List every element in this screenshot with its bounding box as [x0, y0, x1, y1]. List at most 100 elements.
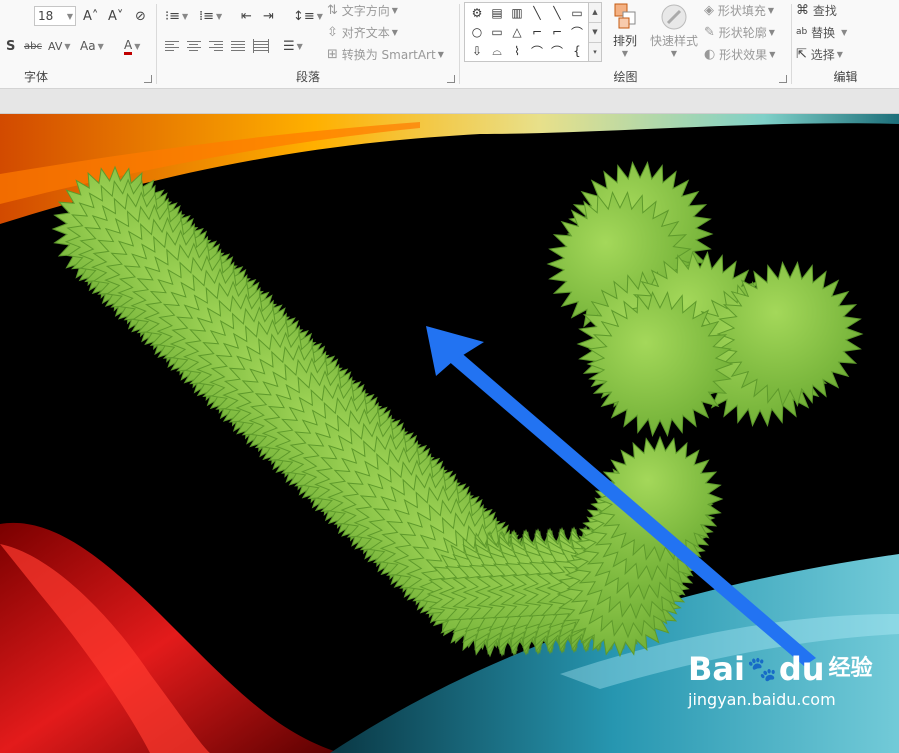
arrange-button[interactable]: 排列 ▼: [608, 2, 642, 58]
watermark-brand: Bai: [688, 650, 745, 688]
shape-fill-label: 形状填充: [717, 3, 766, 18]
bullets-button[interactable]: ⁝≡ ▼: [165, 6, 188, 26]
quick-styles-label: 快速样式: [649, 34, 698, 48]
watermark-url: jingyan.baidu.com: [688, 690, 836, 709]
align-text-icon: ⇳: [327, 24, 338, 40]
paragraph-group-label: 段落: [295, 70, 320, 84]
select-label: 选择: [810, 47, 835, 62]
font-size-input[interactable]: 18 ▼: [34, 6, 76, 26]
find-button[interactable]: ⌘ 查找: [796, 0, 837, 20]
shape-gallery-item[interactable]: ⌓: [488, 43, 506, 59]
paragraph-dialog-launcher-icon[interactable]: [447, 75, 455, 83]
numbering-button[interactable]: ⁞≡ ▼: [199, 6, 222, 26]
justify-icon: [231, 39, 245, 53]
align-right-button[interactable]: [209, 36, 223, 56]
shape-gallery-item[interactable]: ▭: [568, 5, 586, 21]
binoculars-icon: ⌘: [796, 2, 809, 18]
distribute-button[interactable]: [253, 36, 269, 56]
shape-effects-button[interactable]: ◐ 形状效果 ▼: [704, 44, 775, 64]
quick-styles-icon: [661, 4, 687, 30]
shapes-gallery-scroll: ▲ ▼ ▾: [588, 2, 602, 62]
replace-button[interactable]: ab 替换 ▼: [796, 22, 847, 42]
font-size-value: 18: [38, 9, 54, 23]
replace-label: 替换: [811, 25, 836, 40]
shape-gallery-item[interactable]: ⚙: [468, 5, 486, 21]
char-spacing-button[interactable]: AV ▼: [48, 36, 71, 56]
font-group-label: 字体: [24, 70, 49, 84]
font-dialog-launcher-icon[interactable]: [144, 75, 152, 83]
drawing-dialog-launcher-icon[interactable]: [779, 75, 787, 83]
shape-gallery-item[interactable]: ⌒: [528, 43, 546, 59]
grow-font-button[interactable]: A˄: [83, 6, 98, 26]
change-case-button[interactable]: Aa ▼: [80, 36, 104, 56]
increase-indent-button[interactable]: ⇥: [263, 6, 274, 26]
shape-gallery-item[interactable]: ▤: [488, 5, 506, 21]
columns-icon: ☰: [283, 38, 295, 54]
shape-gallery-item[interactable]: ⌒: [548, 43, 566, 59]
gallery-up-icon[interactable]: ▲: [589, 3, 601, 23]
shape-gallery-item[interactable]: ╲: [548, 5, 566, 21]
quick-styles-button[interactable]: 快速样式 ▼: [646, 2, 702, 58]
ribbon: 18 ▼ A˄ A˅ ⊘ S abc AV ▼ Aa ▼ A ▼ 字体 ⁝≡ ▼ ⁞≡ ▼…: [0, 0, 899, 89]
align-text-label: 对齐文本: [341, 25, 390, 40]
chevron-down-icon[interactable]: ▼: [67, 12, 73, 21]
pen-icon: ✎: [704, 24, 715, 40]
align-left-icon: [165, 39, 179, 53]
char-spacing-icon: AV: [48, 39, 63, 53]
shadow-button[interactable]: S: [6, 36, 15, 56]
shape-gallery-item[interactable]: ⌐: [528, 24, 546, 40]
shape-gallery-item[interactable]: ○: [468, 24, 486, 40]
align-text-button[interactable]: ⇳ 对齐文本 ▼: [327, 22, 398, 42]
shape-gallery-item[interactable]: ⌒: [568, 24, 586, 40]
strikethrough-button[interactable]: abc: [24, 36, 42, 56]
select-button[interactable]: ⇱ 选择 ▼: [796, 44, 843, 64]
shape-outline-button[interactable]: ✎ 形状轮廓 ▼: [704, 22, 775, 42]
shape-gallery-item[interactable]: ╲: [528, 5, 546, 21]
arrange-icon: [614, 3, 636, 29]
line-spacing-icon: ↕≡: [293, 8, 315, 24]
smartart-icon: ⊞: [327, 46, 338, 62]
drawing-group-label: 绘图: [613, 70, 638, 84]
replace-icon: ab: [796, 27, 808, 37]
justify-button[interactable]: [231, 36, 245, 56]
change-case-icon: Aa: [80, 39, 96, 53]
font-color-button[interactable]: A ▼: [124, 36, 140, 56]
decrease-indent-button[interactable]: ⇤: [241, 6, 252, 26]
gallery-more-icon[interactable]: ▾: [589, 43, 601, 62]
shape-gallery-item[interactable]: △: [508, 24, 526, 40]
shrink-font-button[interactable]: A˅: [108, 6, 123, 26]
font-color-icon: A: [124, 38, 133, 55]
clear-format-button[interactable]: ⊘: [135, 6, 146, 26]
slide-canvas: Bai 🐾 du 经验 jingyan.baidu.com: [0, 114, 899, 753]
ribbon-lower-band: [0, 89, 899, 114]
shape-gallery-item[interactable]: ⌇: [508, 43, 526, 59]
cursor-icon: ⇱: [796, 46, 807, 62]
shape-fill-button[interactable]: ◈ 形状填充 ▼: [704, 0, 774, 20]
align-right-icon: [209, 39, 223, 53]
strikethrough-icon: abc: [24, 40, 42, 52]
watermark-brand-cn: 经验: [828, 656, 873, 681]
align-center-button[interactable]: [187, 36, 201, 56]
clear-format-icon: ⊘: [135, 8, 146, 24]
editing-group-label: 编辑: [833, 70, 858, 84]
shape-outline-label: 形状轮廓: [718, 25, 767, 40]
paw-icon: 🐾: [746, 655, 777, 683]
shape-gallery-item[interactable]: {: [568, 43, 586, 59]
line-spacing-button[interactable]: ↕≡ ▼: [293, 6, 323, 26]
spiky-shapes: [51, 160, 864, 658]
convert-smartart-button[interactable]: ⊞ 转换为 SmartArt ▼: [327, 44, 444, 64]
gallery-down-icon[interactable]: ▼: [589, 23, 601, 43]
bullets-icon: ⁝≡: [165, 8, 181, 24]
align-left-button[interactable]: [165, 36, 179, 56]
decrease-indent-icon: ⇤: [241, 8, 252, 24]
columns-button[interactable]: ☰ ▼: [283, 36, 303, 56]
shape-gallery-item[interactable]: ⇩: [468, 43, 486, 59]
shape-gallery-item[interactable]: ▭: [488, 24, 506, 40]
shape-gallery-item[interactable]: ⌐: [548, 24, 566, 40]
shape-effects-label: 形状效果: [719, 47, 768, 62]
font-group: 18 ▼ A˄ A˅ ⊘ S abc AV ▼ Aa ▼ A ▼ 字体: [0, 0, 156, 88]
baidu-watermark: Bai 🐾 du 经验 jingyan.baidu.com: [688, 652, 873, 709]
arrange-label: 排列: [612, 34, 637, 48]
text-direction-button[interactable]: ⇅ 文字方向 ▼: [327, 0, 398, 20]
shape-gallery-item[interactable]: ▥: [508, 5, 526, 21]
